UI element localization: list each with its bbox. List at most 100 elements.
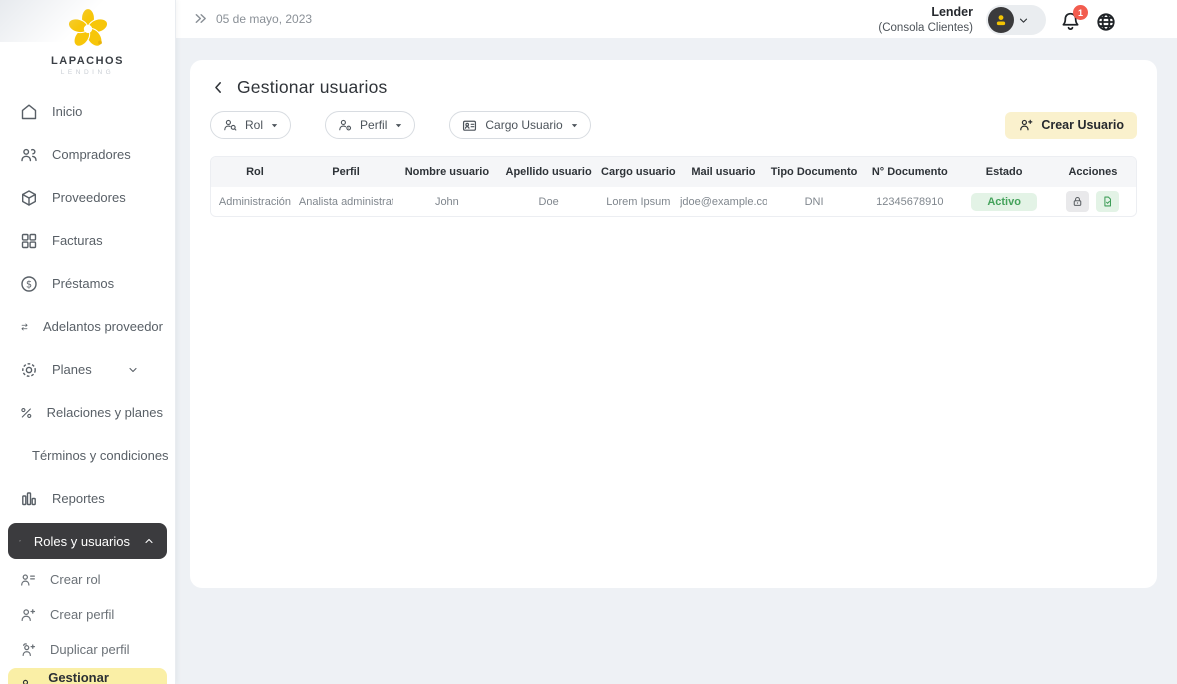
sidebar-item-label: Términos y condiciones xyxy=(32,448,169,463)
flower-logo-icon xyxy=(64,6,112,54)
sidebar-item-label: Roles y usuarios xyxy=(34,534,130,549)
lock-user-button[interactable] xyxy=(1066,191,1089,212)
sidebar-subitem-label: Crear perfil xyxy=(50,607,114,622)
sidebar-item-label: Relaciones y planes xyxy=(47,405,163,420)
notifications-button[interactable]: 1 xyxy=(1059,10,1082,33)
filter-perfil[interactable]: Perfil xyxy=(325,111,415,139)
main-area: Gestionar usuarios Rol Perfil xyxy=(176,38,1177,684)
caret-down-icon xyxy=(570,121,579,130)
cell-estado: Activo xyxy=(958,193,1050,211)
column-header: Apellido usuario xyxy=(501,166,597,178)
sidebar-item-prestamos[interactable]: $ Préstamos xyxy=(0,262,175,305)
column-header: Estado xyxy=(958,166,1050,178)
validate-document-button[interactable] xyxy=(1096,191,1119,212)
table-row: Administración Analista administrativo J… xyxy=(211,187,1136,216)
create-user-label: Crear Usuario xyxy=(1041,118,1124,132)
column-header: Perfil xyxy=(299,166,393,178)
swap-arrows-icon xyxy=(19,317,30,337)
column-header: Rol xyxy=(211,166,299,178)
account-info: Lender (Consola Clientes) xyxy=(878,5,973,35)
sidebar-item-roles-y-usuarios[interactable]: Roles y usuarios xyxy=(8,523,167,559)
column-header: Tipo Documento xyxy=(767,166,861,178)
sidebar-item-label: Reportes xyxy=(52,491,105,506)
sidebar-item-compradores[interactable]: Compradores xyxy=(0,133,175,176)
double-chevron-icon[interactable] xyxy=(193,11,208,26)
column-header: Acciones xyxy=(1050,166,1136,178)
sidebar: LAPACHOS LENDING Inicio Compradores Prov… xyxy=(0,0,176,684)
cell-acciones xyxy=(1050,191,1136,212)
document-check-icon xyxy=(1101,195,1114,208)
account-name: Lender xyxy=(878,5,973,21)
cell-apellido: Doe xyxy=(501,196,597,208)
logo-subtitle: LENDING xyxy=(0,69,175,76)
back-button[interactable] xyxy=(210,79,227,96)
current-date: 05 de mayo, 2023 xyxy=(216,12,312,26)
sidebar-subitem-gestionar-usuarios[interactable]: Gestionar usuarios xyxy=(8,668,167,684)
caret-down-icon xyxy=(270,121,279,130)
id-card-icon xyxy=(461,117,478,134)
cell-perfil: Analista administrativo xyxy=(299,196,393,208)
notification-badge: 1 xyxy=(1073,5,1088,20)
dollar-circle-icon: $ xyxy=(19,274,39,294)
filter-rol[interactable]: Rol xyxy=(210,111,291,139)
content-card: Gestionar usuarios Rol Perfil xyxy=(190,60,1157,588)
sidebar-item-reportes[interactable]: Reportes xyxy=(0,477,175,520)
svg-text:$: $ xyxy=(26,279,32,290)
chevron-down-icon xyxy=(1018,15,1029,26)
user-plus-icon xyxy=(1018,117,1034,133)
users-table: Rol Perfil Nombre usuario Apellido usuar… xyxy=(210,156,1137,217)
chevron-left-icon xyxy=(210,79,227,96)
sidebar-item-relaciones-y-planes[interactable]: Relaciones y planes xyxy=(0,391,175,434)
filter-label: Rol xyxy=(245,118,263,132)
user-search-icon xyxy=(222,117,238,133)
filter-cargo-usuario[interactable]: Cargo Usuario xyxy=(449,111,590,139)
column-header: Nombre usuario xyxy=(393,166,500,178)
sidebar-item-planes[interactable]: Planes xyxy=(0,348,175,391)
table-header-row: Rol Perfil Nombre usuario Apellido usuar… xyxy=(211,157,1136,187)
cell-tipo-documento: DNI xyxy=(767,196,861,208)
language-button[interactable] xyxy=(1095,11,1117,33)
user-plus-icon xyxy=(19,606,37,624)
sidebar-subitem-crear-perfil[interactable]: Crear perfil xyxy=(0,597,175,632)
lock-icon xyxy=(1071,195,1084,208)
sidebar-item-adelantos-proveedor[interactable]: Adelantos proveedor xyxy=(0,305,175,348)
gear-icon xyxy=(19,360,39,380)
sidebar-item-label: Inicio xyxy=(52,104,82,119)
sidebar-item-label: Compradores xyxy=(52,147,131,162)
page-header: Gestionar usuarios xyxy=(210,77,1137,98)
account-subtitle: (Consola Clientes) xyxy=(878,21,973,35)
user-list-icon xyxy=(19,571,37,589)
account-menu-button[interactable] xyxy=(986,5,1046,35)
sidebar-subitem-label: Gestionar usuarios xyxy=(48,670,155,684)
sidebar-nav: Inicio Compradores Proveedores Facturas xyxy=(0,90,175,684)
bar-chart-icon xyxy=(19,489,39,509)
user-gear-icon xyxy=(19,676,35,684)
sidebar-item-label: Planes xyxy=(52,362,92,377)
column-header: N° Documento xyxy=(861,166,958,178)
sidebar-item-proveedores[interactable]: Proveedores xyxy=(0,176,175,219)
chevron-down-icon xyxy=(127,364,139,376)
filter-label: Cargo Usuario xyxy=(485,118,562,132)
sidebar-subitem-duplicar-perfil[interactable]: Duplicar perfil xyxy=(0,632,175,667)
cell-nombre: John xyxy=(393,196,500,208)
user-plus-icon xyxy=(19,531,21,551)
sidebar-subitem-label: Duplicar perfil xyxy=(50,642,129,657)
create-user-button[interactable]: Crear Usuario xyxy=(1005,112,1137,139)
sidebar-item-label: Adelantos proveedor xyxy=(43,319,163,334)
sidebar-item-inicio[interactable]: Inicio xyxy=(0,90,175,133)
sidebar-item-facturas[interactable]: Facturas xyxy=(0,219,175,262)
column-header: Cargo usuario xyxy=(597,166,680,178)
sidebar-item-terminos-y-condiciones[interactable]: Términos y condiciones xyxy=(0,434,175,477)
sidebar-subitem-label: Crear rol xyxy=(50,572,101,587)
filters-row: Rol Perfil Cargo Usuario xyxy=(210,111,1137,139)
chevron-up-icon xyxy=(143,535,155,547)
user-gear-icon xyxy=(337,117,353,133)
user-duplicate-icon xyxy=(19,641,37,659)
column-header: Mail usuario xyxy=(680,166,767,178)
topbar-actions: Lender (Consola Clientes) 1 xyxy=(878,5,1117,35)
logo-title: LAPACHOS xyxy=(0,55,175,67)
cell-mail: jdoe@example.com xyxy=(680,196,767,208)
sidebar-subitem-crear-rol[interactable]: Crear rol xyxy=(0,562,175,597)
user-avatar-icon xyxy=(993,12,1009,28)
package-icon xyxy=(19,188,39,208)
